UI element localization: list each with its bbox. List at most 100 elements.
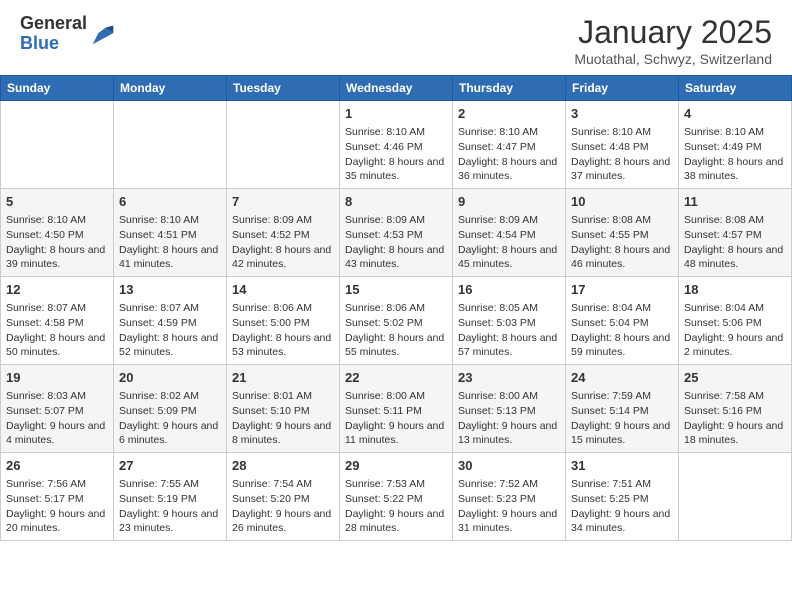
calendar-cell: 25Sunrise: 7:58 AMSunset: 5:16 PMDayligh… xyxy=(679,365,792,453)
daylight-text: Daylight: 8 hours and 45 minutes. xyxy=(458,244,557,271)
day-number: 9 xyxy=(458,193,560,211)
calendar-header-tuesday: Tuesday xyxy=(227,76,340,101)
sunrise-text: Sunrise: 7:59 AM xyxy=(571,390,651,402)
daylight-text: Daylight: 8 hours and 36 minutes. xyxy=(458,156,557,183)
calendar-cell: 7Sunrise: 8:09 AMSunset: 4:52 PMDaylight… xyxy=(227,189,340,277)
sunrise-text: Sunrise: 8:06 AM xyxy=(232,302,312,314)
page: General Blue January 2025 Muotathal, Sch… xyxy=(0,0,792,612)
calendar-header-saturday: Saturday xyxy=(679,76,792,101)
sunrise-text: Sunrise: 8:07 AM xyxy=(6,302,86,314)
sunrise-text: Sunrise: 8:02 AM xyxy=(119,390,199,402)
calendar-header-thursday: Thursday xyxy=(453,76,566,101)
daylight-text: Daylight: 8 hours and 37 minutes. xyxy=(571,156,670,183)
calendar-cell: 1Sunrise: 8:10 AMSunset: 4:46 PMDaylight… xyxy=(340,101,453,189)
day-number: 24 xyxy=(571,369,673,387)
day-number: 18 xyxy=(684,281,786,299)
sunrise-text: Sunrise: 7:58 AM xyxy=(684,390,764,402)
logo: General Blue xyxy=(20,14,117,54)
sunset-text: Sunset: 5:16 PM xyxy=(684,405,762,417)
calendar-week-row: 5 Sunrise: 8:10 AM Sunset: 4:50 PM Daylight… xyxy=(1,189,792,277)
day-number: 20 xyxy=(119,369,221,387)
calendar-cell: 3Sunrise: 8:10 AMSunset: 4:48 PMDaylight… xyxy=(566,101,679,189)
sunset-text: Sunset: 5:03 PM xyxy=(458,317,536,329)
sunrise-text: Sunrise: 8:08 AM xyxy=(571,214,651,226)
daylight-text: Daylight: 9 hours and 2 minutes. xyxy=(684,332,783,359)
sunrise-text: Sunrise: 8:10 AM xyxy=(6,214,86,226)
sunset-text: Sunset: 4:51 PM xyxy=(119,229,197,241)
calendar-cell xyxy=(227,101,340,189)
sunset-text: Sunset: 5:14 PM xyxy=(571,405,649,417)
day-number: 16 xyxy=(458,281,560,299)
sunset-text: Sunset: 4:55 PM xyxy=(571,229,649,241)
header: General Blue January 2025 Muotathal, Sch… xyxy=(0,0,792,75)
sunset-text: Sunset: 5:07 PM xyxy=(6,405,84,417)
calendar-cell xyxy=(679,453,792,541)
daylight-text: Daylight: 8 hours and 35 minutes. xyxy=(345,156,444,183)
sunrise-text: Sunrise: 7:55 AM xyxy=(119,478,199,490)
sunset-text: Sunset: 4:50 PM xyxy=(6,229,84,241)
daylight-text: Daylight: 8 hours and 46 minutes. xyxy=(571,244,670,271)
sunrise-text: Sunrise: 8:10 AM xyxy=(684,126,764,138)
calendar-cell xyxy=(114,101,227,189)
daylight-text: Daylight: 9 hours and 20 minutes. xyxy=(6,508,105,535)
sunset-text: Sunset: 4:57 PM xyxy=(684,229,762,241)
sunset-text: Sunset: 5:13 PM xyxy=(458,405,536,417)
daylight-text: Daylight: 9 hours and 4 minutes. xyxy=(6,420,105,447)
calendar-table: SundayMondayTuesdayWednesdayThursdayFrid… xyxy=(0,75,792,541)
day-number: 30 xyxy=(458,457,560,475)
daylight-text: Daylight: 9 hours and 31 minutes. xyxy=(458,508,557,535)
calendar-cell: 22Sunrise: 8:00 AMSunset: 5:11 PMDayligh… xyxy=(340,365,453,453)
calendar-cell: 2Sunrise: 8:10 AMSunset: 4:47 PMDaylight… xyxy=(453,101,566,189)
daylight-text: Daylight: 9 hours and 8 minutes. xyxy=(232,420,331,447)
calendar-cell: 23Sunrise: 8:00 AMSunset: 5:13 PMDayligh… xyxy=(453,365,566,453)
daylight-text: Daylight: 8 hours and 55 minutes. xyxy=(345,332,444,359)
calendar-header-row: SundayMondayTuesdayWednesdayThursdayFrid… xyxy=(1,76,792,101)
day-number: 25 xyxy=(684,369,786,387)
day-number: 17 xyxy=(571,281,673,299)
daylight-text: Daylight: 8 hours and 42 minutes. xyxy=(232,244,331,271)
calendar-cell: 17Sunrise: 8:04 AMSunset: 5:04 PMDayligh… xyxy=(566,277,679,365)
day-number: 4 xyxy=(684,105,786,123)
calendar-header-wednesday: Wednesday xyxy=(340,76,453,101)
daylight-text: Daylight: 8 hours and 50 minutes. xyxy=(6,332,105,359)
calendar-cell: 15Sunrise: 8:06 AMSunset: 5:02 PMDayligh… xyxy=(340,277,453,365)
day-number: 27 xyxy=(119,457,221,475)
sunset-text: Sunset: 5:02 PM xyxy=(345,317,423,329)
calendar-week-row: 19Sunrise: 8:03 AMSunset: 5:07 PMDayligh… xyxy=(1,365,792,453)
day-number: 2 xyxy=(458,105,560,123)
sunset-text: Sunset: 5:22 PM xyxy=(345,493,423,505)
calendar-cell: 9Sunrise: 8:09 AMSunset: 4:54 PMDaylight… xyxy=(453,189,566,277)
sunrise-text: Sunrise: 8:01 AM xyxy=(232,390,312,402)
calendar-header-sunday: Sunday xyxy=(1,76,114,101)
sunset-text: Sunset: 4:54 PM xyxy=(458,229,536,241)
sunrise-text: Sunrise: 8:00 AM xyxy=(345,390,425,402)
sunrise-text: Sunrise: 8:09 AM xyxy=(232,214,312,226)
calendar-cell: 26Sunrise: 7:56 AMSunset: 5:17 PMDayligh… xyxy=(1,453,114,541)
sunset-text: Sunset: 5:23 PM xyxy=(458,493,536,505)
sunrise-text: Sunrise: 8:10 AM xyxy=(119,214,199,226)
sunrise-text: Sunrise: 8:10 AM xyxy=(345,126,425,138)
day-number: 3 xyxy=(571,105,673,123)
location: Muotathal, Schwyz, Switzerland xyxy=(574,51,772,67)
daylight-text: Daylight: 9 hours and 28 minutes. xyxy=(345,508,444,535)
daylight-text: Daylight: 9 hours and 6 minutes. xyxy=(119,420,218,447)
calendar-cell: 19Sunrise: 8:03 AMSunset: 5:07 PMDayligh… xyxy=(1,365,114,453)
logo-general-text: General xyxy=(20,13,87,33)
calendar-cell: 28Sunrise: 7:54 AMSunset: 5:20 PMDayligh… xyxy=(227,453,340,541)
daylight-text: Daylight: 8 hours and 39 minutes. xyxy=(6,244,105,271)
sunrise-text: Sunrise: 8:07 AM xyxy=(119,302,199,314)
daylight-text: Daylight: 8 hours and 57 minutes. xyxy=(458,332,557,359)
sunrise-text: Sunrise: 8:00 AM xyxy=(458,390,538,402)
calendar-cell xyxy=(1,101,114,189)
sunset-text: Sunset: 4:59 PM xyxy=(119,317,197,329)
calendar-cell: 13Sunrise: 8:07 AMSunset: 4:59 PMDayligh… xyxy=(114,277,227,365)
day-number: 31 xyxy=(571,457,673,475)
calendar-cell: 18Sunrise: 8:04 AMSunset: 5:06 PMDayligh… xyxy=(679,277,792,365)
title-section: January 2025 Muotathal, Schwyz, Switzerl… xyxy=(574,14,772,67)
sunset-text: Sunset: 4:52 PM xyxy=(232,229,310,241)
day-number: 5 xyxy=(6,193,108,211)
sunrise-text: Sunrise: 8:10 AM xyxy=(458,126,538,138)
sunset-text: Sunset: 5:25 PM xyxy=(571,493,649,505)
sunrise-text: Sunrise: 7:56 AM xyxy=(6,478,86,490)
day-number: 26 xyxy=(6,457,108,475)
